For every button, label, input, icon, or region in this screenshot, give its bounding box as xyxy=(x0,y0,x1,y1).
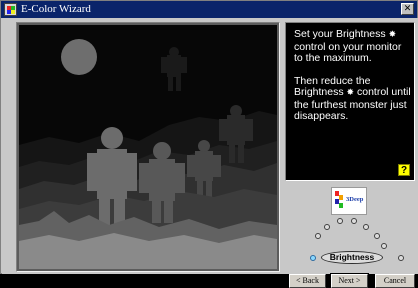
wizard-body: Set your Brightness ✸ control on your mo… xyxy=(2,18,418,288)
logo-text: 3Deep xyxy=(346,196,364,203)
control-dot[interactable] xyxy=(398,255,404,261)
next-button[interactable]: Next > xyxy=(330,273,369,288)
brightness-control-label[interactable]: Brightness xyxy=(321,251,383,264)
wizard-window: E-Color Wizard ✕ Set your Brightness ✸ c… xyxy=(0,0,418,288)
help-button[interactable]: ? xyxy=(398,164,410,176)
app-icon xyxy=(4,3,17,16)
control-dot[interactable] xyxy=(381,243,387,249)
instruction-text: Set your Brightness ✸ control on your mo… xyxy=(294,28,412,134)
window-title: E-Color Wizard xyxy=(21,3,91,15)
logo-mark-icon xyxy=(335,191,343,208)
cancel-button[interactable]: Cancel xyxy=(375,274,415,288)
instruction-step-1: Set your Brightness ✸ control on your mo… xyxy=(294,28,412,65)
back-button[interactable]: < Back xyxy=(289,274,326,288)
control-dot[interactable] xyxy=(351,218,357,224)
3deep-logo: 3Deep xyxy=(331,187,367,215)
moon-shape xyxy=(61,39,97,75)
control-dot[interactable] xyxy=(363,224,369,230)
monster-scene-illustration xyxy=(19,25,277,269)
calibration-image-frame xyxy=(16,22,280,272)
title-bar[interactable]: E-Color Wizard ✕ xyxy=(1,1,417,18)
instruction-step-2: Then reduce the Brightness ✸ control unt… xyxy=(294,75,412,123)
control-dot[interactable] xyxy=(374,233,380,239)
instruction-panel: Set your Brightness ✸ control on your mo… xyxy=(285,22,415,181)
close-button[interactable]: ✕ xyxy=(401,3,414,15)
control-dot[interactable] xyxy=(315,233,321,239)
brightness-sun-icon: ✸ xyxy=(388,30,397,40)
control-dot[interactable] xyxy=(324,224,330,230)
close-icon: ✕ xyxy=(403,4,412,14)
brightness-sun-icon: ✸ xyxy=(346,88,355,98)
instruction-step-1-after: control on your monitor to the maximum. xyxy=(294,40,402,64)
instruction-step-1-before: Set your Brightness xyxy=(294,28,386,40)
control-dot-active[interactable] xyxy=(310,255,316,261)
monster-scene-image xyxy=(19,25,277,269)
control-dot[interactable] xyxy=(337,218,343,224)
